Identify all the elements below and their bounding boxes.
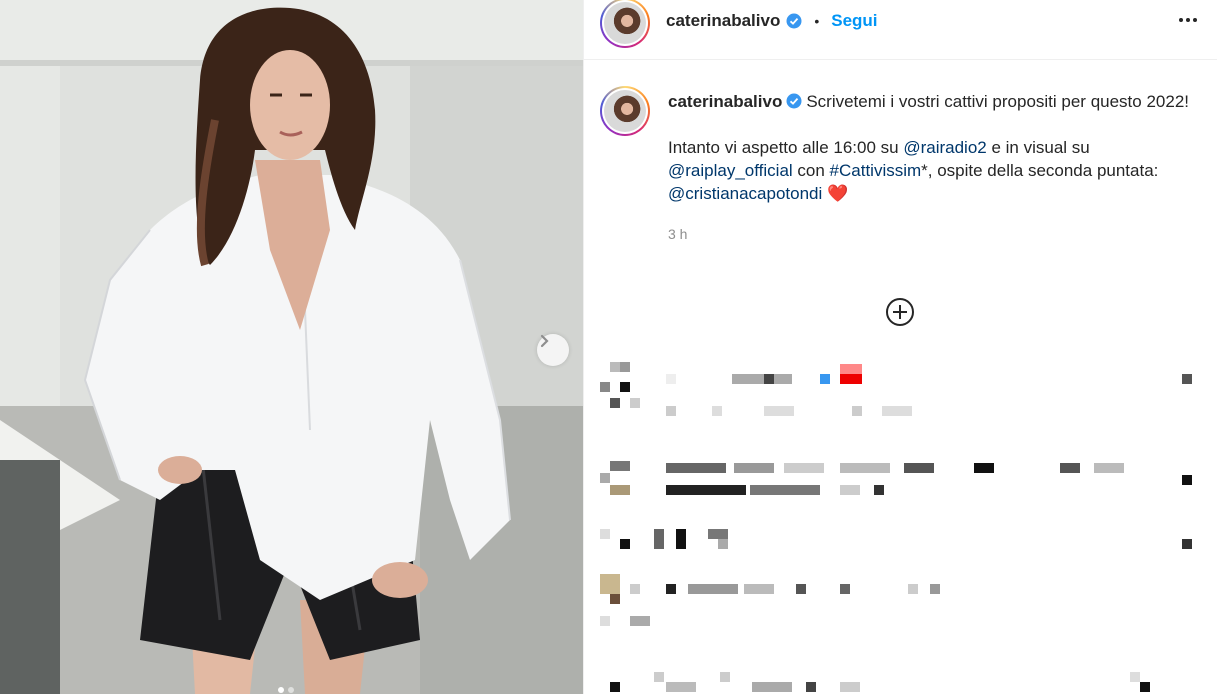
mention-link[interactable]: @raiplay_official: [668, 161, 793, 180]
avatar[interactable]: [600, 0, 650, 48]
caption-mid3: *, ospite della seconda puntata:: [921, 161, 1159, 180]
caption-paragraph: Intanto vi aspetto alle 16:00 su @rairad…: [668, 136, 1200, 206]
pixelated-comment: [600, 461, 1192, 495]
pixelated-comment: [600, 574, 940, 626]
post-panel: caterinabalivo • Segui caterinabalivo Scr…: [583, 0, 1217, 694]
pixelated-comment: [610, 672, 1150, 692]
post-photo[interactable]: [0, 0, 583, 694]
photo-illustration: [0, 0, 583, 694]
header-username[interactable]: caterinabalivo: [666, 11, 780, 31]
carousel-dot: [278, 687, 284, 693]
caption-text: caterinabalivo Scrivetemi i vostri cattiv…: [668, 86, 1200, 206]
caption-intro: Intanto vi aspetto alle 16:00 su: [668, 138, 904, 157]
caption-avatar[interactable]: [600, 86, 650, 136]
carousel-dot: [288, 687, 294, 693]
carousel-dots: [278, 687, 294, 693]
next-image-button[interactable]: [537, 334, 569, 366]
comment-item: [584, 570, 1217, 630]
caption-username[interactable]: caterinabalivo: [668, 92, 782, 111]
post-caption: caterinabalivo Scrivetemi i vostri cattiv…: [600, 86, 1200, 242]
hashtag-link[interactable]: #Cattivissim: [830, 161, 922, 180]
caption-mid1: e in visual su: [986, 138, 1090, 157]
pixelated-comment: [600, 362, 1192, 416]
add-comment-icon[interactable]: [885, 297, 915, 327]
post-time[interactable]: 3 h: [668, 226, 1200, 242]
mention-link[interactable]: @rairadio2: [903, 138, 986, 157]
chevron-right-icon: [540, 334, 549, 348]
follow-button[interactable]: Segui: [831, 11, 877, 31]
comment-item: [584, 455, 1217, 515]
heart-emoji: ❤️: [827, 184, 849, 204]
comment-item: [584, 360, 1217, 420]
mention-link[interactable]: @cristianacapotondi: [668, 184, 822, 203]
caption-line1: Scrivetemi i vostri cattivi propositi pe…: [806, 92, 1189, 111]
more-options-icon[interactable]: [1175, 14, 1201, 26]
caption-mid2: con: [792, 161, 830, 180]
verified-badge-icon: [786, 93, 802, 109]
comment-item: [584, 664, 1217, 694]
post-header: caterinabalivo • Segui: [584, 0, 1217, 60]
separator-dot: •: [814, 13, 820, 29]
verified-badge-icon: [786, 13, 802, 29]
